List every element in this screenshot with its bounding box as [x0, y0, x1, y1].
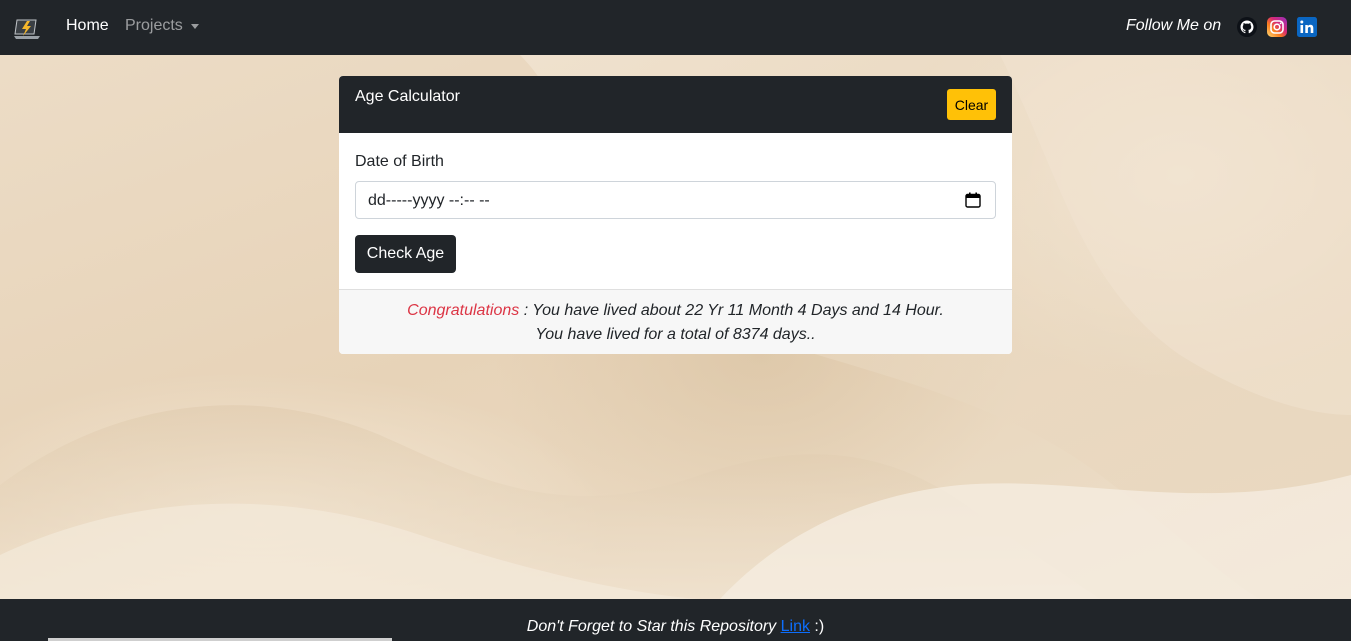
github-icon[interactable] [1237, 17, 1257, 37]
clear-button[interactable]: Clear [947, 89, 996, 120]
card-header: Age Calculator Clear [339, 76, 1012, 133]
age-calculator-card: Age Calculator Clear Date of Birth dd---… [339, 76, 1012, 354]
repository-link[interactable]: Link [781, 618, 810, 635]
card-title: Age Calculator [355, 88, 460, 105]
congrats-label: Congratulations [407, 302, 520, 319]
footer-suffix: :) [809, 618, 825, 635]
nav-projects-label: Projects [125, 17, 183, 34]
linkedin-icon[interactable] [1297, 17, 1317, 37]
chevron-down-icon [190, 24, 199, 29]
calendar-icon[interactable] [965, 192, 981, 208]
dob-label: Date of Birth [355, 153, 444, 170]
instagram-icon[interactable] [1267, 17, 1287, 37]
follow-label: Follow Me on [1126, 17, 1222, 34]
page-footer: Don't Forget to Star this Repository Lin… [0, 599, 1351, 641]
top-navbar: Home Projects Follow Me on [0, 0, 1351, 55]
footer-message: Don't Forget to Star this Repository Lin… [0, 618, 1351, 636]
result-line-1: Congratulations : You have lived about 2… [339, 302, 1012, 320]
result-total-days: You have lived for a total of 8374 days.… [535, 326, 816, 343]
nav-home-link[interactable]: Home [66, 17, 109, 35]
result-panel: Congratulations : You have lived about 2… [339, 289, 1012, 354]
dob-datetime-input[interactable]: dd-----yyyy --:-- -- [355, 181, 996, 219]
nav-projects-dropdown[interactable]: Projects [125, 17, 199, 35]
footer-text: Don't Forget to Star this Repository [526, 618, 781, 635]
brand-logo-icon[interactable] [12, 16, 42, 40]
dob-datetime-value: dd-----yyyy --:-- -- [368, 192, 490, 209]
check-age-button[interactable]: Check Age [355, 235, 456, 273]
result-duration-text: : You have lived about 22 Yr 11 Month 4 … [519, 302, 944, 319]
